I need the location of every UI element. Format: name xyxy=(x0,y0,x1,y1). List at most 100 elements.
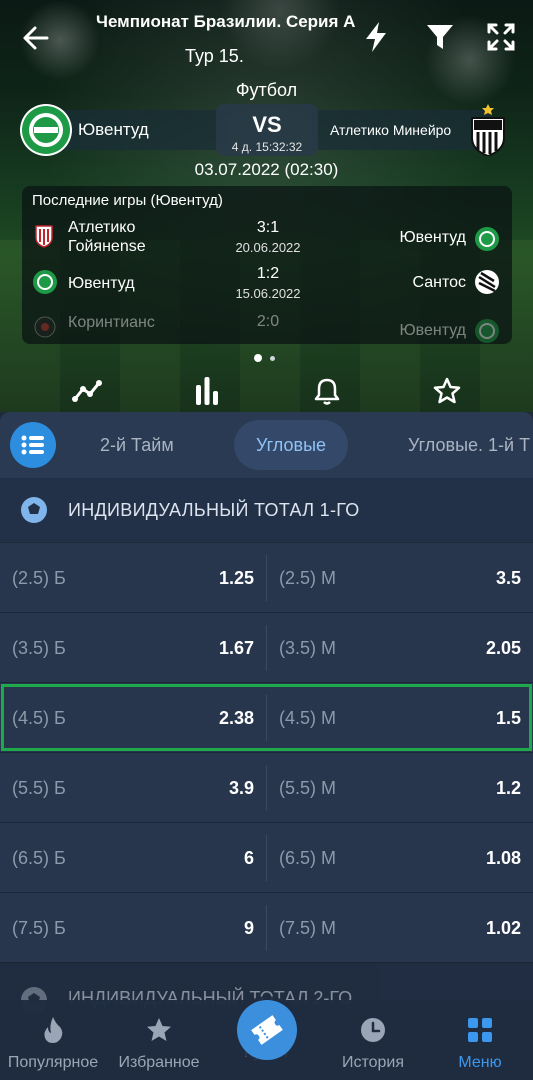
recent-game-score: 2:0 xyxy=(256,313,280,330)
recent-games-panel[interactable]: Последние игры (Ювентуд) Атлетико Гойянe… xyxy=(22,186,512,344)
recent-game-row[interactable]: Коринтианс 2:0 Ювентуд xyxy=(22,310,512,344)
back-arrow-icon[interactable] xyxy=(18,20,54,56)
odds-label: (5.5) М xyxy=(279,777,337,798)
tab-corners[interactable]: Угловые xyxy=(234,420,349,470)
team-crest-icon xyxy=(475,227,499,251)
odds-label: (5.5) Б xyxy=(12,777,66,798)
lightning-icon[interactable] xyxy=(360,20,392,54)
team-crest-icon xyxy=(33,270,57,294)
odds-value: 3.9 xyxy=(228,777,254,798)
recent-game-left-team: Коринтианс xyxy=(68,314,155,331)
odds-cell-under[interactable]: (7.5) М 1.02 xyxy=(267,893,533,963)
coupon-button[interactable] xyxy=(237,1000,297,1060)
odds-label: (2.5) М xyxy=(279,567,337,588)
bottom-navigation: Популярное Избранное Купон История Меню xyxy=(0,1000,533,1080)
nav-popular[interactable]: Популярное xyxy=(0,1014,106,1072)
recent-game-left-team: Атлетико Гойянense xyxy=(68,218,146,256)
tab-second-half[interactable]: 2-й Тайм xyxy=(100,420,174,470)
vs-label: VS xyxy=(252,112,282,137)
match-action-bar xyxy=(0,370,533,410)
home-team-logo xyxy=(20,104,72,156)
odds-label: (4.5) М xyxy=(279,707,337,728)
odds-label: (6.5) М xyxy=(279,847,337,868)
odds-cell-over[interactable]: (3.5) Б 1.67 xyxy=(0,613,266,683)
tab-list-button[interactable] xyxy=(10,422,56,468)
odds-label: (3.5) Б xyxy=(12,637,66,658)
star-icon[interactable] xyxy=(430,374,464,408)
match-header: Чемпионат Бразилии. Серия А Тур 15. Футб… xyxy=(0,0,533,412)
ticket-icon xyxy=(251,1015,283,1045)
divider xyxy=(266,695,267,741)
odds-cell-over[interactable]: (5.5) Б 3.9 xyxy=(0,753,266,823)
stats-bars-icon[interactable] xyxy=(190,374,224,408)
odds-row: (6.5) Б 6 (6.5) М 1.08 xyxy=(0,823,533,893)
tour-label: Тур 15. xyxy=(185,46,244,66)
odds-value: 1.02 xyxy=(485,917,521,938)
odds-row-selected: (4.5) Б 2.38 (4.5) М 1.5 xyxy=(0,683,533,753)
odds-cell-under[interactable]: (5.5) М 1.2 xyxy=(267,753,533,823)
sport-label: Футбол xyxy=(235,80,298,100)
market-header[interactable]: ИНДИВИДУАЛЬНЫЙ ТОТАЛ 1-ГО xyxy=(0,478,533,542)
odds-cell-under[interactable]: (2.5) М 3.5 xyxy=(267,543,533,613)
nav-favorites-label: Избранное xyxy=(118,1054,200,1071)
odds-row: (3.5) Б 1.67 (3.5) М 2.05 xyxy=(0,613,533,683)
market-tabs: 2-й Тайм Угловые Угловые. 1-й Т xyxy=(0,412,533,478)
odds-cell-under[interactable]: (4.5) М 1.5 xyxy=(267,683,533,753)
team-crest-icon xyxy=(475,270,499,294)
odds-value: 1.5 xyxy=(495,707,521,728)
nav-favorites[interactable]: Избранное xyxy=(106,1014,212,1072)
clock-icon xyxy=(361,1018,385,1042)
odds-cell-under[interactable]: (6.5) М 1.08 xyxy=(267,823,533,893)
nav-history[interactable]: История xyxy=(320,1014,426,1072)
team-crest-icon xyxy=(34,316,56,338)
nav-menu[interactable]: Меню xyxy=(427,1014,533,1072)
odds-row: (5.5) Б 3.9 (5.5) М 1.2 xyxy=(0,753,533,823)
recent-game-row[interactable]: Атлетико Гойянense 3:1 20.06.2022 Ювенту… xyxy=(22,216,512,262)
odds-cell-over[interactable]: (2.5) Б 1.25 xyxy=(0,543,266,613)
odds-row: (2.5) Б 1.25 (2.5) М 3.5 xyxy=(0,543,533,613)
stats-line-icon[interactable] xyxy=(70,374,104,408)
nav-menu-label: Меню xyxy=(458,1054,502,1071)
odds-table: (2.5) Б 1.25 (2.5) М 3.5 (3.5) Б 1.67 (3.5)… xyxy=(0,543,533,963)
nav-history-label: История xyxy=(341,1054,405,1071)
bell-icon[interactable] xyxy=(310,374,344,408)
odds-value: 3.5 xyxy=(495,567,521,588)
odds-value: 6 xyxy=(243,847,254,868)
odds-value: 1.25 xyxy=(218,567,254,588)
recent-games-title: Последние игры (Ювентуд) xyxy=(32,192,223,209)
list-icon xyxy=(21,435,44,455)
team-crest-icon xyxy=(35,225,53,248)
odds-value: 1.08 xyxy=(485,847,521,868)
recent-game-score: 1:2 xyxy=(256,265,280,282)
odds-value: 2.05 xyxy=(485,637,521,658)
filter-icon[interactable] xyxy=(424,20,456,54)
team-crest-icon xyxy=(475,319,499,343)
home-team-name: Ювентуд xyxy=(78,120,149,139)
odds-value: 1.67 xyxy=(218,637,254,658)
grid-icon xyxy=(468,1018,492,1042)
odds-value: 2.38 xyxy=(218,707,254,728)
odds-value: 9 xyxy=(243,917,254,938)
away-team-name: Атлетико Минейро xyxy=(330,122,452,138)
carousel-dots xyxy=(254,354,275,362)
odds-cell-over[interactable]: (4.5) Б 2.38 xyxy=(0,683,266,753)
odds-label: (3.5) М xyxy=(279,637,337,658)
team-name-line1: Атлетико xyxy=(68,219,136,236)
odds-cell-over[interactable]: (7.5) Б 9 xyxy=(0,893,266,963)
league-title: Чемпионат Бразилии. Серия А xyxy=(96,12,356,31)
tab-corners-first-half[interactable]: Угловые. 1-й Т xyxy=(408,420,530,470)
vs-countdown-box: VS 4 д. 15:32:32 xyxy=(216,104,318,156)
recent-game-date: 20.06.2022 xyxy=(235,240,301,255)
recent-game-row[interactable]: Ювентуд 1:2 15.06.2022 Сантос xyxy=(22,264,512,310)
odds-cell-over[interactable]: (6.5) Б 6 xyxy=(0,823,266,893)
recent-game-right-team: Ювентуд xyxy=(399,322,466,339)
away-team-logo xyxy=(468,104,508,158)
team-name-line2: Гойянense xyxy=(68,238,146,255)
nav-popular-label: Популярное xyxy=(7,1054,99,1071)
match-datetime: 03.07.2022 (02:30) xyxy=(194,160,339,179)
away-team-bar[interactable]: Атлетико Минейро xyxy=(312,110,492,150)
carousel-dot-active xyxy=(254,354,262,362)
fullscreen-icon[interactable] xyxy=(484,20,518,54)
recent-game-right-team: Сантос xyxy=(412,274,466,291)
odds-cell-under[interactable]: (3.5) М 2.05 xyxy=(267,613,533,683)
